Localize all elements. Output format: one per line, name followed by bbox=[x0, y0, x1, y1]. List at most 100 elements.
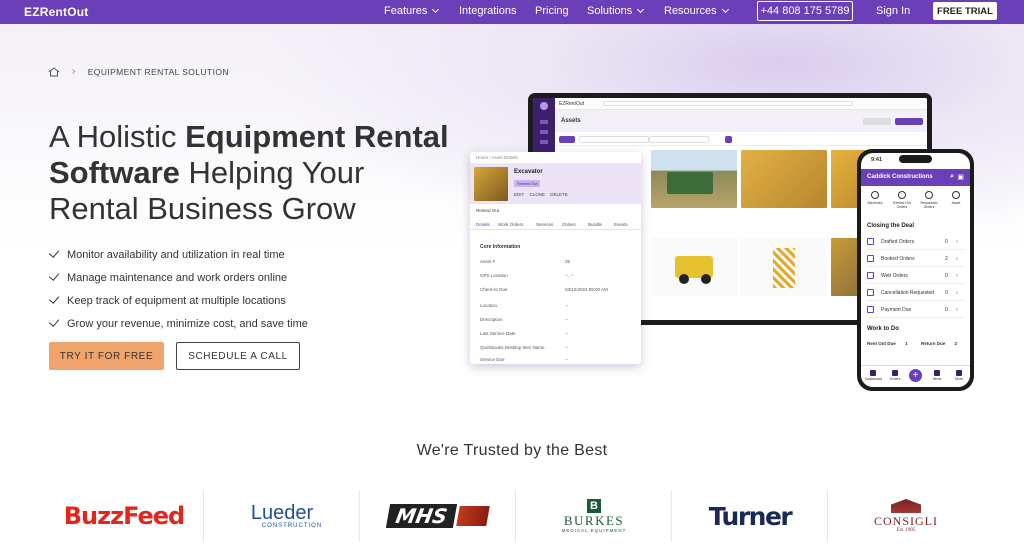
delete-button[interactable]: DELETE bbox=[550, 192, 568, 197]
tab-services[interactable]: Services bbox=[536, 222, 553, 227]
tab-work-orders[interactable]: Work Orders bbox=[498, 222, 523, 227]
nav-pricing[interactable]: Pricing bbox=[535, 5, 569, 17]
asset-tile[interactable] bbox=[651, 238, 737, 296]
tab-bundle[interactable]: Bundle bbox=[588, 222, 602, 227]
sign-in-link[interactable]: Sign In bbox=[876, 5, 910, 17]
list-item[interactable]: Booked Orders 2 › bbox=[867, 252, 964, 267]
work-label: Rent Out Due bbox=[867, 341, 896, 346]
app-filter-button[interactable] bbox=[559, 136, 575, 143]
chevron-right-icon: › bbox=[956, 307, 958, 313]
detail-row-value: 35 bbox=[565, 259, 571, 264]
detail-row-value: -- bbox=[565, 317, 568, 322]
detail-row-value: -- bbox=[565, 345, 568, 350]
rented-orders-shortcut[interactable]: Rented Out Orders bbox=[890, 191, 914, 209]
mhs-logo: MHS bbox=[362, 488, 514, 544]
asset-detail-card: Home / Asset Details Excavator Rented Ou… bbox=[470, 152, 641, 364]
payment-icon bbox=[867, 306, 874, 313]
asset-shortcut[interactable]: Asset bbox=[944, 191, 968, 205]
app-add-button[interactable] bbox=[895, 118, 923, 125]
feature-text: Keep track of equipment at multiple loca… bbox=[67, 294, 286, 307]
try-free-button[interactable]: TRY IT FOR FREE bbox=[49, 342, 164, 370]
detail-row-label: Asset # bbox=[480, 259, 496, 264]
nav-label: Dashboard bbox=[865, 377, 883, 381]
app-logo-icon bbox=[540, 102, 548, 110]
detail-row-value: -- bbox=[565, 331, 568, 336]
app-search-input[interactable] bbox=[603, 101, 853, 106]
app-name: EZRentOut bbox=[559, 101, 585, 107]
tab-orders[interactable]: Orders bbox=[562, 222, 576, 227]
chevron-right-icon: › bbox=[72, 66, 76, 77]
logo-subtext: CONSTRUCTION bbox=[261, 523, 323, 529]
nav-dashboard[interactable]: Dashboard bbox=[865, 370, 883, 381]
detail-tabs: Details Work Orders Services Orders Bund… bbox=[470, 218, 641, 230]
shortcut-label: Asset bbox=[951, 201, 961, 205]
row-label: Drafted Orders bbox=[881, 239, 915, 245]
nav-more[interactable]: More bbox=[951, 370, 967, 381]
phone-number-link[interactable]: +44 808 175 5789 bbox=[757, 1, 853, 21]
logo-text: MHS bbox=[386, 504, 458, 528]
check-icon bbox=[48, 270, 60, 281]
detail-actions: EDIT CLONE DELETE bbox=[514, 192, 568, 197]
app-grid-toggle[interactable] bbox=[725, 136, 732, 143]
home-icon[interactable] bbox=[48, 66, 60, 77]
asset-tile[interactable] bbox=[651, 150, 737, 208]
list-item[interactable]: Cancellation Requested 0 › bbox=[867, 286, 964, 301]
list-item[interactable]: Payment Due 0 › bbox=[867, 303, 964, 318]
nav-orders[interactable]: Orders bbox=[887, 370, 903, 381]
work-label: Return Due bbox=[921, 341, 946, 346]
scan-icon[interactable]: ▣ bbox=[957, 173, 964, 181]
app-action-button[interactable] bbox=[863, 118, 891, 125]
work-item[interactable]: Rent Out Due 1 bbox=[867, 341, 908, 346]
free-trial-button[interactable]: FREE TRIAL bbox=[933, 2, 997, 20]
nav-integrations-label: Integrations bbox=[459, 5, 517, 17]
nav-label: Items bbox=[932, 377, 942, 381]
nav-solutions[interactable]: Solutions bbox=[587, 5, 645, 17]
phone-bottom-nav: Dashboard Orders + Items More bbox=[861, 365, 970, 387]
machines-shortcut[interactable]: Machines bbox=[863, 191, 887, 205]
tab-events[interactable]: Events bbox=[614, 222, 628, 227]
scissor-lift-icon bbox=[773, 248, 795, 288]
brand-logo[interactable]: EZRentOut bbox=[24, 5, 88, 19]
work-item[interactable]: Return Due 2 bbox=[921, 341, 957, 346]
nav-label: Orders bbox=[889, 377, 901, 381]
row-count: 0 bbox=[945, 273, 948, 279]
detail-row-label: Location bbox=[480, 303, 498, 308]
dump-truck-icon bbox=[667, 172, 713, 194]
asset-tile[interactable] bbox=[741, 238, 827, 296]
nav-pricing-label: Pricing bbox=[535, 5, 569, 17]
work-count: 2 bbox=[954, 341, 958, 346]
list-item[interactable]: Web Orders 0 › bbox=[867, 269, 964, 284]
row-count: 0 bbox=[945, 239, 948, 245]
detail-row-value[interactable]: 03/12/2024 09:00 AM bbox=[565, 287, 608, 292]
burkes-mark-icon: B bbox=[587, 499, 601, 513]
nav-resources[interactable]: Resources bbox=[664, 5, 729, 17]
asset-tile[interactable] bbox=[741, 150, 827, 208]
tab-details[interactable]: Details bbox=[476, 222, 490, 227]
search-icon[interactable]: ⌕ bbox=[950, 173, 954, 181]
more-icon bbox=[956, 370, 962, 376]
edit-button[interactable]: EDIT bbox=[514, 192, 524, 197]
row-count: 0 bbox=[945, 307, 948, 313]
add-button[interactable]: + bbox=[909, 369, 922, 382]
chevron-down-icon bbox=[721, 5, 729, 14]
app-filter-dropdown[interactable] bbox=[649, 136, 709, 143]
consigli-logo: CONSIGLI Est. 1905 bbox=[830, 488, 982, 544]
requested-orders-shortcut[interactable]: Requested Orders bbox=[917, 191, 941, 209]
nav-features[interactable]: Features bbox=[384, 5, 440, 17]
row-label: Payment Due bbox=[881, 307, 912, 313]
clone-button[interactable]: CLONE bbox=[529, 192, 545, 197]
nav-integrations[interactable]: Integrations bbox=[459, 5, 516, 17]
feature-list: Monitor availability and utilization in … bbox=[48, 243, 308, 335]
schedule-call-button[interactable]: SCHEDULE A CALL bbox=[176, 342, 300, 370]
list-item: Manage maintenance and work orders onlin… bbox=[48, 266, 308, 289]
logo-text: CONSIGLI bbox=[874, 514, 938, 528]
app-filter-search[interactable] bbox=[579, 136, 649, 143]
nav-items[interactable]: Items bbox=[929, 370, 945, 381]
detail-breadcrumb: Home / Asset Details bbox=[470, 152, 641, 164]
row-label: Web Orders bbox=[881, 273, 908, 279]
list-item[interactable]: Drafted Orders 0 › bbox=[867, 235, 964, 250]
logo-divider bbox=[671, 490, 672, 542]
phone-time: 9:41 bbox=[871, 157, 883, 163]
trusted-heading: We're Trusted by the Best bbox=[416, 442, 608, 459]
phone-company: Caddick Constructions bbox=[867, 174, 933, 180]
